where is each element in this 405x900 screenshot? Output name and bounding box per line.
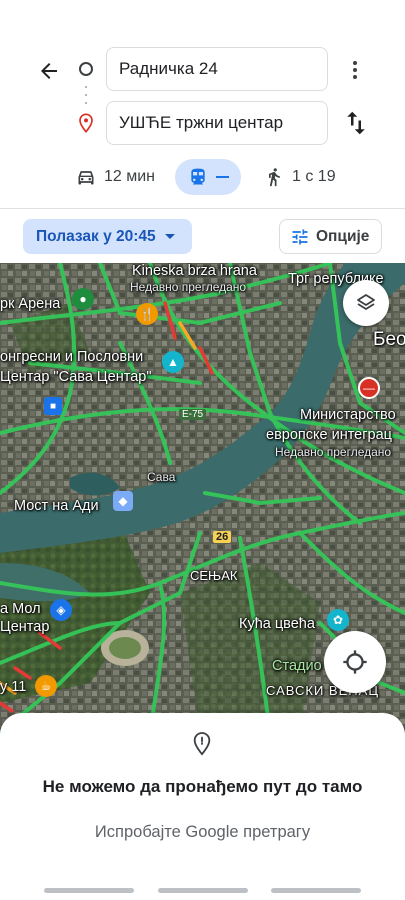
car-icon bbox=[78, 171, 94, 185]
map-label-stadion: Стадио bbox=[272, 658, 322, 674]
system-nav-bar bbox=[0, 888, 405, 894]
map-label-nedavno: Недавно прегледано bbox=[130, 280, 247, 294]
divider bbox=[0, 208, 405, 209]
convention-center-icon[interactable]: ▲ bbox=[162, 351, 184, 373]
options-button[interactable]: Опције bbox=[279, 219, 382, 254]
map-label-kongres-2: Центар "Сава Центар" bbox=[0, 369, 152, 385]
map-label-senjak: СЕЊАК bbox=[190, 568, 238, 583]
mode-transit-label bbox=[215, 176, 229, 178]
no-entry-icon[interactable]: — bbox=[358, 377, 380, 399]
mode-walk-label: 1 с 19 bbox=[292, 168, 336, 185]
swap-button[interactable] bbox=[341, 108, 371, 138]
museum-icon[interactable]: ◆ bbox=[113, 491, 133, 511]
dropdown-arrow-icon bbox=[164, 233, 175, 239]
arrow-back-icon bbox=[41, 63, 57, 79]
swap-vert-icon bbox=[347, 111, 365, 135]
map-view[interactable]: ● 🍴 ▲ ■ — ◆ ◈ ✿ ☕ Kineska brza hrana Нед… bbox=[0, 263, 405, 733]
cafe-icon[interactable]: ☕ bbox=[35, 675, 57, 697]
mode-car-tab[interactable]: 12 мин bbox=[76, 159, 155, 195]
layers-button[interactable] bbox=[343, 280, 389, 326]
directions-panel: Радничка 24 УШЋЕ тржни центар 12 мин 1 с… bbox=[0, 0, 405, 263]
route-dots-icon bbox=[85, 86, 87, 104]
travel-mode-tabs: 12 мин 1 с 19 bbox=[0, 155, 405, 199]
more-vert-icon bbox=[353, 61, 357, 65]
map-label-ministarstvo-2: европске интеграц bbox=[266, 427, 392, 443]
map-label-arena: рк Арена bbox=[0, 296, 61, 312]
origin-circle-icon bbox=[79, 62, 93, 76]
map-label-nedavno-2: Недавно прегледано bbox=[275, 445, 392, 459]
my-location-button[interactable] bbox=[324, 631, 386, 693]
road-26-shield: 26 bbox=[213, 531, 232, 543]
nav-bar-right[interactable] bbox=[271, 888, 361, 893]
google-search-link[interactable]: Испробајте Google претрагу bbox=[0, 823, 405, 842]
destination-field[interactable]: УШЋЕ тржни центар bbox=[106, 101, 328, 145]
mode-car-label: 12 мин bbox=[104, 168, 156, 185]
map-label-beo: Бео bbox=[373, 329, 405, 350]
walk-icon bbox=[269, 168, 280, 187]
mode-transit-tab[interactable] bbox=[175, 159, 241, 195]
transit-station-icon[interactable]: ■ bbox=[44, 397, 62, 415]
destination-pin-icon bbox=[79, 113, 93, 133]
map-label-kongres-1: онгресни и Пословни bbox=[0, 349, 144, 365]
nav-bar-center[interactable] bbox=[158, 888, 248, 893]
train-icon bbox=[190, 168, 205, 185]
no-route-title: Не можемо да пронађемо пут до тамо bbox=[42, 777, 363, 796]
layers-icon bbox=[357, 294, 375, 310]
bottom-sheet: Не можемо да пронађемо пут до тамо Испро… bbox=[0, 713, 405, 900]
tune-icon bbox=[292, 229, 308, 244]
depart-time-label: Полазак у 20:45 bbox=[36, 227, 156, 245]
garden-icon[interactable]: ✿ bbox=[327, 609, 349, 631]
map-label-sava: Сава bbox=[147, 470, 176, 484]
map-label-kineska: Kineska brza hrana bbox=[132, 263, 257, 279]
origin-field[interactable]: Радничка 24 bbox=[106, 47, 328, 91]
nav-bar-left[interactable] bbox=[44, 888, 134, 893]
map-label-mol-1: а Мол bbox=[0, 601, 41, 617]
my-location-icon bbox=[343, 650, 367, 674]
mode-walk-tab[interactable]: 1 с 19 bbox=[264, 159, 336, 195]
map-label-kuca: Кућа цвећа bbox=[239, 616, 315, 632]
map-label-ministarstvo-1: Министарство bbox=[300, 407, 396, 423]
restaurant-icon[interactable]: 🍴 bbox=[136, 303, 158, 325]
shopping-icon[interactable]: ◈ bbox=[50, 599, 72, 621]
park-pin-icon[interactable]: ● bbox=[72, 288, 94, 310]
map-label-most: Мост на Ади bbox=[14, 498, 99, 514]
location-pin-icon bbox=[193, 732, 211, 756]
road-e75-badge: E-75 bbox=[179, 409, 207, 420]
map-label-u11: у 11 bbox=[0, 679, 27, 695]
options-label: Опције bbox=[316, 227, 370, 245]
depart-time-button[interactable]: Полазак у 20:45 bbox=[23, 219, 192, 254]
map-label-mol-2: Центар bbox=[0, 619, 50, 635]
more-options-button[interactable] bbox=[342, 55, 368, 85]
back-button[interactable] bbox=[34, 56, 64, 86]
